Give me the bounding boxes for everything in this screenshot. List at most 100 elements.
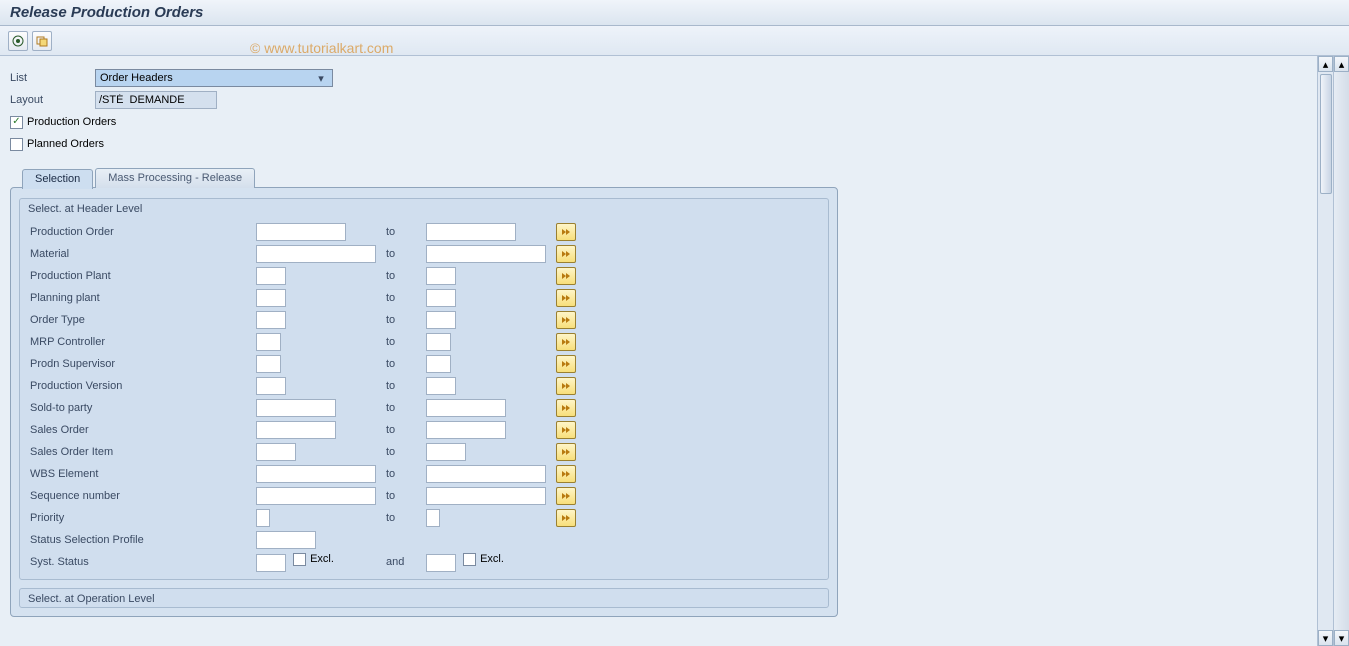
multi-select-button[interactable] (556, 223, 576, 241)
soldto-from[interactable] (256, 399, 336, 417)
planned-orders-label: Planned Orders (27, 138, 104, 150)
to-label: to (386, 248, 426, 260)
to-label: to (386, 468, 426, 480)
scroll-thumb[interactable] (1320, 74, 1332, 194)
wbs-to[interactable] (426, 465, 546, 483)
row-sold-to: Sold-to party to (20, 397, 828, 419)
sales-item-to[interactable] (426, 443, 466, 461)
mrp-from[interactable] (256, 333, 281, 351)
multi-select-button[interactable] (556, 333, 576, 351)
page-title: Release Production Orders (10, 4, 203, 21)
scroll-down-icon[interactable]: ▾ (1318, 630, 1333, 646)
production-orders-checkbox[interactable] (10, 116, 23, 129)
order-type-from[interactable] (256, 311, 286, 329)
to-label: to (386, 402, 426, 414)
excl-to-label: Excl. (480, 553, 504, 565)
to-label: to (386, 358, 426, 370)
sales-item-from[interactable] (256, 443, 296, 461)
seq-to[interactable] (426, 487, 546, 505)
priority-to[interactable] (426, 509, 440, 527)
production-plant-from[interactable] (256, 267, 286, 285)
to-label: to (386, 446, 426, 458)
tab-strip: Selection Mass Processing - Release (22, 168, 1310, 188)
row-syst-status: Syst. Status Excl. and Excl. (20, 551, 828, 573)
status-profile-input[interactable] (256, 531, 316, 549)
multi-select-button[interactable] (556, 443, 576, 461)
label-soldto: Sold-to party (26, 402, 256, 414)
production-plant-to[interactable] (426, 267, 456, 285)
list-value: Order Headers (100, 72, 173, 84)
content-area: List Order Headers ▾ Layout Production O… (0, 56, 1349, 646)
layout-input[interactable] (95, 91, 217, 109)
planning-plant-from[interactable] (256, 289, 286, 307)
variant-button[interactable] (32, 31, 52, 51)
inner-scrollbar[interactable]: ▴ ▾ (1317, 56, 1333, 646)
material-to[interactable] (426, 245, 546, 263)
label-planning-plant: Planning plant (26, 292, 256, 304)
tab-selection[interactable]: Selection (22, 169, 93, 189)
syst-status-from[interactable] (256, 554, 286, 572)
list-label: List (10, 72, 95, 84)
sales-order-to[interactable] (426, 421, 506, 439)
production-order-from[interactable] (256, 223, 346, 241)
outer-scrollbar[interactable]: ▴ ▾ (1333, 56, 1349, 646)
version-to[interactable] (426, 377, 456, 395)
to-label: to (386, 490, 426, 502)
supervisor-to[interactable] (426, 355, 451, 373)
group-header-level: Select. at Header Level Production Order… (19, 198, 829, 580)
multi-select-button[interactable] (556, 289, 576, 307)
order-type-to[interactable] (426, 311, 456, 329)
multi-select-button[interactable] (556, 487, 576, 505)
scroll-down-icon[interactable]: ▾ (1334, 630, 1349, 646)
material-from[interactable] (256, 245, 376, 263)
execute-button[interactable] (8, 31, 28, 51)
label-material: Material (26, 248, 256, 260)
multi-select-button[interactable] (556, 245, 576, 263)
label-status-profile: Status Selection Profile (26, 534, 256, 546)
planning-plant-to[interactable] (426, 289, 456, 307)
mrp-to[interactable] (426, 333, 451, 351)
seq-from[interactable] (256, 487, 376, 505)
soldto-to[interactable] (426, 399, 506, 417)
sales-order-from[interactable] (256, 421, 336, 439)
list-dropdown[interactable]: Order Headers ▾ (95, 69, 333, 87)
scroll-up-icon[interactable]: ▴ (1318, 56, 1333, 72)
tab-mass-processing[interactable]: Mass Processing - Release (95, 168, 255, 188)
excl-to-checkbox[interactable] (463, 553, 476, 566)
to-label: to (386, 292, 426, 304)
to-label: to (386, 336, 426, 348)
excl-from-checkbox[interactable] (293, 553, 306, 566)
label-production-order: Production Order (26, 226, 256, 238)
excl-from-label: Excl. (310, 553, 334, 565)
multi-select-button[interactable] (556, 465, 576, 483)
multi-select-button[interactable] (556, 311, 576, 329)
multi-select-button[interactable] (556, 377, 576, 395)
row-sales-order-item: Sales Order Item to (20, 441, 828, 463)
row-sequence-number: Sequence number to (20, 485, 828, 507)
multi-select-button[interactable] (556, 355, 576, 373)
wbs-from[interactable] (256, 465, 376, 483)
production-orders-label: Production Orders (27, 116, 116, 128)
priority-from[interactable] (256, 509, 270, 527)
to-label: to (386, 226, 426, 238)
row-production-plant: Production Plant to (20, 265, 828, 287)
version-from[interactable] (256, 377, 286, 395)
row-sales-order: Sales Order to (20, 419, 828, 441)
supervisor-from[interactable] (256, 355, 281, 373)
multi-select-button[interactable] (556, 399, 576, 417)
label-syst-status: Syst. Status (26, 556, 256, 568)
syst-status-to[interactable] (426, 554, 456, 572)
scroll-up-icon[interactable]: ▴ (1334, 56, 1349, 72)
main-panel: List Order Headers ▾ Layout Production O… (0, 56, 1320, 629)
layout-label: Layout (10, 94, 95, 106)
row-priority: Priority to (20, 507, 828, 529)
row-wbs: WBS Element to (20, 463, 828, 485)
row-planning-plant: Planning plant to (20, 287, 828, 309)
production-order-to[interactable] (426, 223, 516, 241)
multi-select-button[interactable] (556, 509, 576, 527)
label-production-plant: Production Plant (26, 270, 256, 282)
multi-select-button[interactable] (556, 267, 576, 285)
multi-select-button[interactable] (556, 421, 576, 439)
to-label: to (386, 314, 426, 326)
planned-orders-checkbox[interactable] (10, 138, 23, 151)
